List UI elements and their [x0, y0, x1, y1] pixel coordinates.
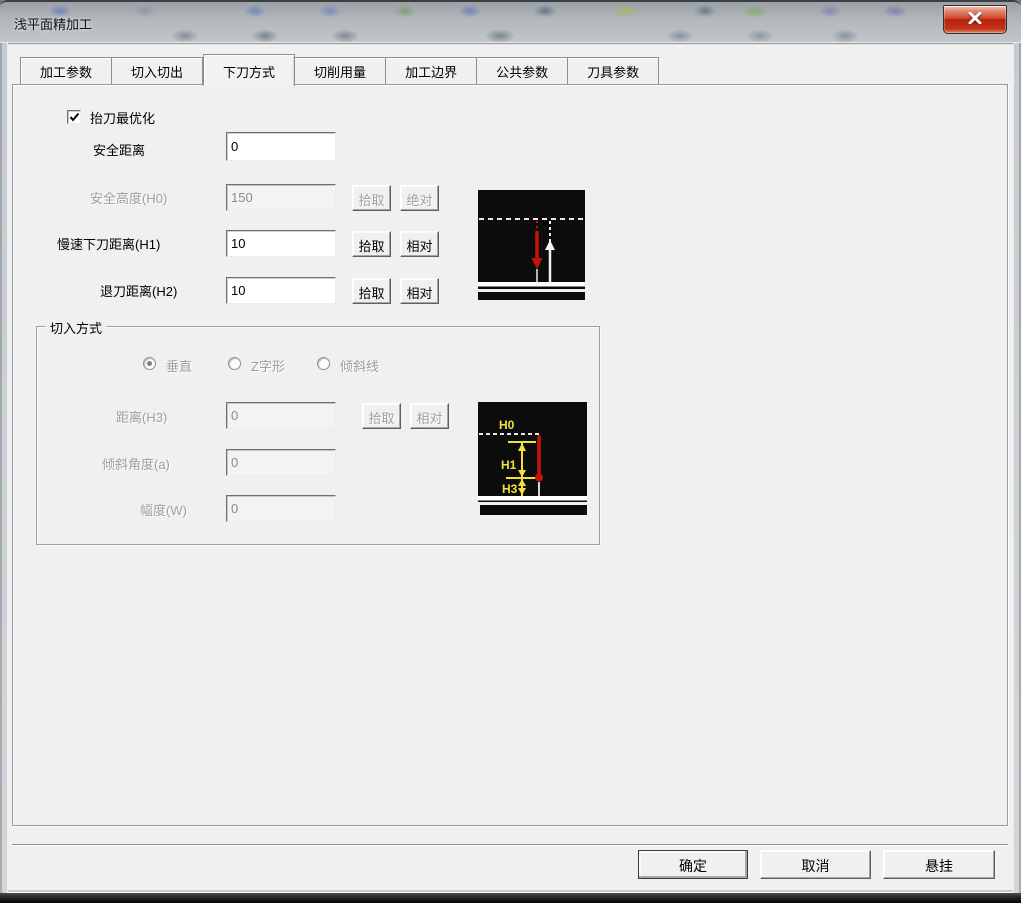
tab-tool-params[interactable]: 刀具参数: [568, 57, 660, 84]
tab-common-params[interactable]: 公共参数: [477, 57, 569, 84]
tab-plunge-mode[interactable]: 下刀方式: [203, 54, 296, 86]
cut-in-method-legend: 切入方式: [46, 318, 107, 337]
window-frame-left: [0, 43, 8, 893]
window-frame-right: [1013, 43, 1021, 893]
window-frame-bottom: [0, 893, 1021, 903]
tab-strip: 加工参数 切入切出 下刀方式 切削用量 加工边界 公共参数 刀具参数: [20, 54, 660, 86]
dialog-window: 浅平面精加工 加工参数 切入切出 下刀方式 切削用量 加工边界 公共参数 刀具参…: [0, 0, 1021, 903]
suspend-button[interactable]: 悬挂: [883, 850, 995, 879]
window-title: 浅平面精加工: [14, 17, 93, 32]
title-bar: 浅平面精加工: [0, 0, 1021, 43]
tab-machining-boundary[interactable]: 加工边界: [386, 57, 478, 84]
tab-lead-in-out[interactable]: 切入切出: [112, 57, 204, 84]
tab-cutting-params[interactable]: 切削用量: [295, 57, 387, 84]
tab-page-panel: [12, 84, 1008, 826]
footer-separator: [12, 844, 1008, 846]
close-icon: [968, 11, 982, 27]
close-button[interactable]: [943, 5, 1007, 34]
ok-button[interactable]: 确定: [638, 850, 748, 879]
tab-machining-params[interactable]: 加工参数: [20, 57, 113, 84]
cancel-button[interactable]: 取消: [760, 850, 871, 879]
